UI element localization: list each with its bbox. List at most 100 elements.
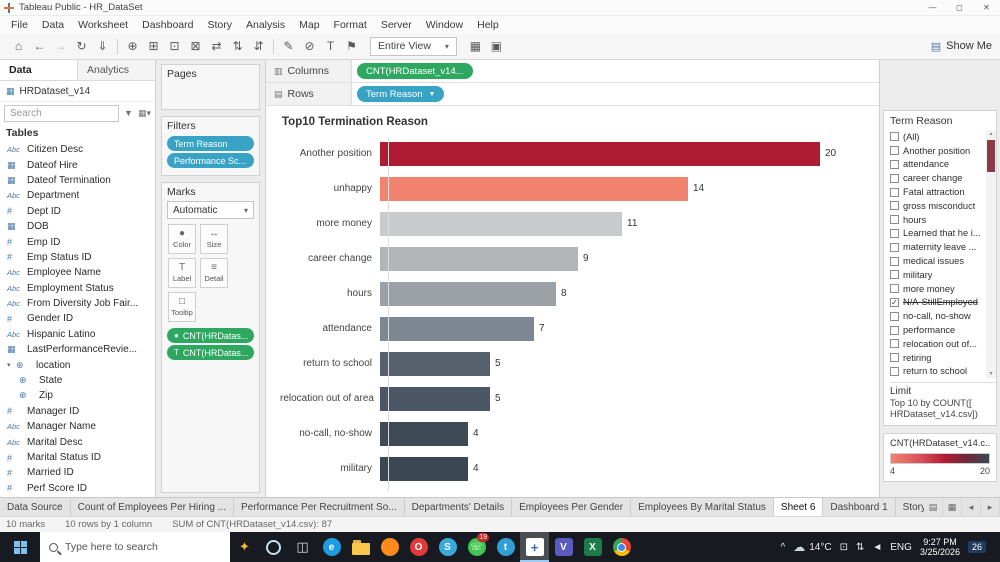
- filter-option-gross-misconduct[interactable]: gross misconduct: [890, 199, 984, 213]
- weather-widget[interactable]: ☁ 14°C: [793, 540, 831, 554]
- label-button[interactable]: TLabel: [168, 258, 196, 288]
- visual-studio-icon[interactable]: V: [549, 532, 578, 562]
- filter-option-military[interactable]: military: [890, 268, 984, 282]
- field-employment-status[interactable]: AbcEmployment Status: [0, 281, 155, 296]
- datasource-item[interactable]: ▦ HRDataset_v14: [0, 81, 155, 102]
- menu-server[interactable]: Server: [374, 19, 419, 31]
- chart-bar-relocation-out-of-area[interactable]: [380, 387, 490, 411]
- search-highlights-icon[interactable]: ✦: [230, 532, 259, 562]
- filter-option-return-to-school[interactable]: return to school: [890, 365, 984, 379]
- chart-bar-military[interactable]: [380, 457, 468, 481]
- menu-map[interactable]: Map: [292, 19, 326, 31]
- add-data-icon[interactable]: ⊕: [122, 36, 143, 56]
- filter-option-maternity-leave[interactable]: maternity leave ...: [890, 240, 984, 254]
- save-icon[interactable]: ⇓: [92, 36, 113, 56]
- color-button[interactable]: ●Color: [168, 224, 196, 254]
- checkbox-icon[interactable]: [890, 188, 899, 197]
- file-explorer-icon[interactable]: [346, 532, 375, 562]
- sheet-tab-employees-per-gender[interactable]: Employees Per Gender: [512, 498, 631, 516]
- marks-field-pill[interactable]: TCNT(HRDatas...: [167, 345, 254, 360]
- field-department[interactable]: AbcDepartment: [0, 188, 155, 203]
- sort-descending-icon[interactable]: ⇵: [248, 36, 269, 56]
- redo-icon[interactable]: →: [50, 36, 71, 56]
- scroll-up-icon[interactable]: ▲: [989, 130, 994, 138]
- tray-expand-icon[interactable]: ^: [781, 542, 786, 553]
- view-options-icon[interactable]: ▦▾: [138, 108, 151, 119]
- menu-file[interactable]: File: [4, 19, 35, 31]
- checkbox-icon[interactable]: [890, 339, 899, 348]
- menu-format[interactable]: Format: [327, 19, 374, 31]
- checkbox-icon[interactable]: [890, 270, 899, 279]
- tab-data[interactable]: Data: [0, 60, 78, 80]
- field-location[interactable]: ▾⊕location: [0, 357, 155, 372]
- sheet-tab-employees-by-marital-status[interactable]: Employees By Marital Status: [631, 498, 774, 516]
- pages-card[interactable]: Pages: [161, 64, 260, 110]
- sort-filter-icon[interactable]: ▼: [429, 91, 436, 98]
- menu-story[interactable]: Story: [200, 19, 239, 31]
- clock[interactable]: 9:27 PM 3/25/2026: [920, 537, 960, 557]
- scroll-tabs-right-button[interactable]: ▸: [981, 498, 1000, 516]
- field-marital-status-id[interactable]: #Marital Status ID: [0, 450, 155, 465]
- search-input[interactable]: Search: [4, 105, 119, 122]
- filter-option-attendance[interactable]: attendance: [890, 158, 984, 172]
- checkbox-icon[interactable]: [890, 257, 899, 266]
- field-employee-name[interactable]: AbcEmployee Name: [0, 265, 155, 280]
- opera-icon[interactable]: O: [404, 532, 433, 562]
- chart-bar-another-position[interactable]: [380, 142, 820, 166]
- filter-option-relocation-out-of[interactable]: relocation out of...: [890, 337, 984, 351]
- show-hide-cards-icon[interactable]: ▦: [465, 36, 486, 56]
- chart-bar-attendance[interactable]: [380, 317, 534, 341]
- field-emp-status-id[interactable]: #Emp Status ID: [0, 250, 155, 265]
- group-icon[interactable]: ⊘: [299, 36, 320, 56]
- monitor-icon[interactable]: ⊡: [840, 542, 848, 553]
- size-button[interactable]: ↔Size: [200, 224, 228, 254]
- menu-analysis[interactable]: Analysis: [239, 19, 292, 31]
- filter-option-fatal-attraction[interactable]: Fatal attraction: [890, 185, 984, 199]
- checkbox-icon[interactable]: [890, 367, 899, 376]
- scrollbar-thumb[interactable]: [987, 140, 995, 172]
- checkbox-icon[interactable]: [890, 174, 899, 183]
- start-button[interactable]: [0, 532, 40, 562]
- cortana-button[interactable]: [259, 532, 288, 562]
- menu-dashboard[interactable]: Dashboard: [135, 19, 200, 31]
- mark-type-dropdown[interactable]: Automatic ▾: [167, 201, 254, 219]
- field-lastperformancerevie[interactable]: ▦LastPerformanceRevie...: [0, 342, 155, 357]
- firefox-icon[interactable]: [375, 532, 404, 562]
- field-citizen-desc[interactable]: AbcCitizen Desc: [0, 142, 155, 157]
- field-dateof-termination[interactable]: ▦Dateof Termination: [0, 173, 155, 188]
- presentation-mode-icon[interactable]: ▣: [486, 36, 507, 56]
- filter-fields-icon[interactable]: ▼: [122, 108, 135, 118]
- checkbox-icon[interactable]: [890, 229, 899, 238]
- color-legend-card[interactable]: CNT(HRDataset_v14.c... 4 20: [883, 433, 997, 482]
- field-marital-desc[interactable]: AbcMarital Desc: [0, 434, 155, 449]
- language-indicator[interactable]: ENG: [890, 542, 912, 553]
- network-icon[interactable]: ⇅: [856, 542, 864, 553]
- expand-caret-icon[interactable]: ▾: [7, 361, 16, 369]
- checkbox-icon[interactable]: [890, 284, 899, 293]
- field-dob[interactable]: ▦DOB: [0, 219, 155, 234]
- scroll-tabs-left-button[interactable]: ◂: [962, 498, 981, 516]
- filter-option-all[interactable]: (All): [890, 130, 984, 144]
- checkbox-icon[interactable]: [890, 353, 899, 362]
- filter-option-medical-issues[interactable]: medical issues: [890, 254, 984, 268]
- marks-field-pill[interactable]: ●CNT(HRDatas...: [167, 328, 254, 343]
- sheet-tab-dashboard-1[interactable]: Dashboard 1: [823, 498, 895, 516]
- chart-bar-more-money[interactable]: [380, 212, 622, 236]
- tableau-home-icon[interactable]: ⌂: [8, 36, 29, 56]
- sort-ascending-icon[interactable]: ⇅: [227, 36, 248, 56]
- checkbox-icon[interactable]: [890, 160, 899, 169]
- duplicate-icon[interactable]: ⊡: [164, 36, 185, 56]
- color-gradient[interactable]: [890, 453, 990, 464]
- fit-selector[interactable]: Entire View ▾: [370, 37, 457, 56]
- volume-icon[interactable]: ◄: [872, 542, 882, 553]
- sheet-tab-departments-details[interactable]: Departments' Details: [405, 498, 513, 516]
- filter-option-retiring[interactable]: retiring: [890, 351, 984, 365]
- edge-icon[interactable]: e: [317, 532, 346, 562]
- clear-sheet-icon[interactable]: ⊠: [185, 36, 206, 56]
- field-emp-id[interactable]: #Emp ID: [0, 234, 155, 249]
- filter-option-no-call-no-show[interactable]: no-call, no-show: [890, 309, 984, 323]
- taskbar-search-input[interactable]: Type here to search: [40, 532, 230, 562]
- filter-option-learned-that-he-i[interactable]: Learned that he i...: [890, 227, 984, 241]
- field-manager-id[interactable]: #Manager ID: [0, 404, 155, 419]
- chart-bar-unhappy[interactable]: [380, 177, 688, 201]
